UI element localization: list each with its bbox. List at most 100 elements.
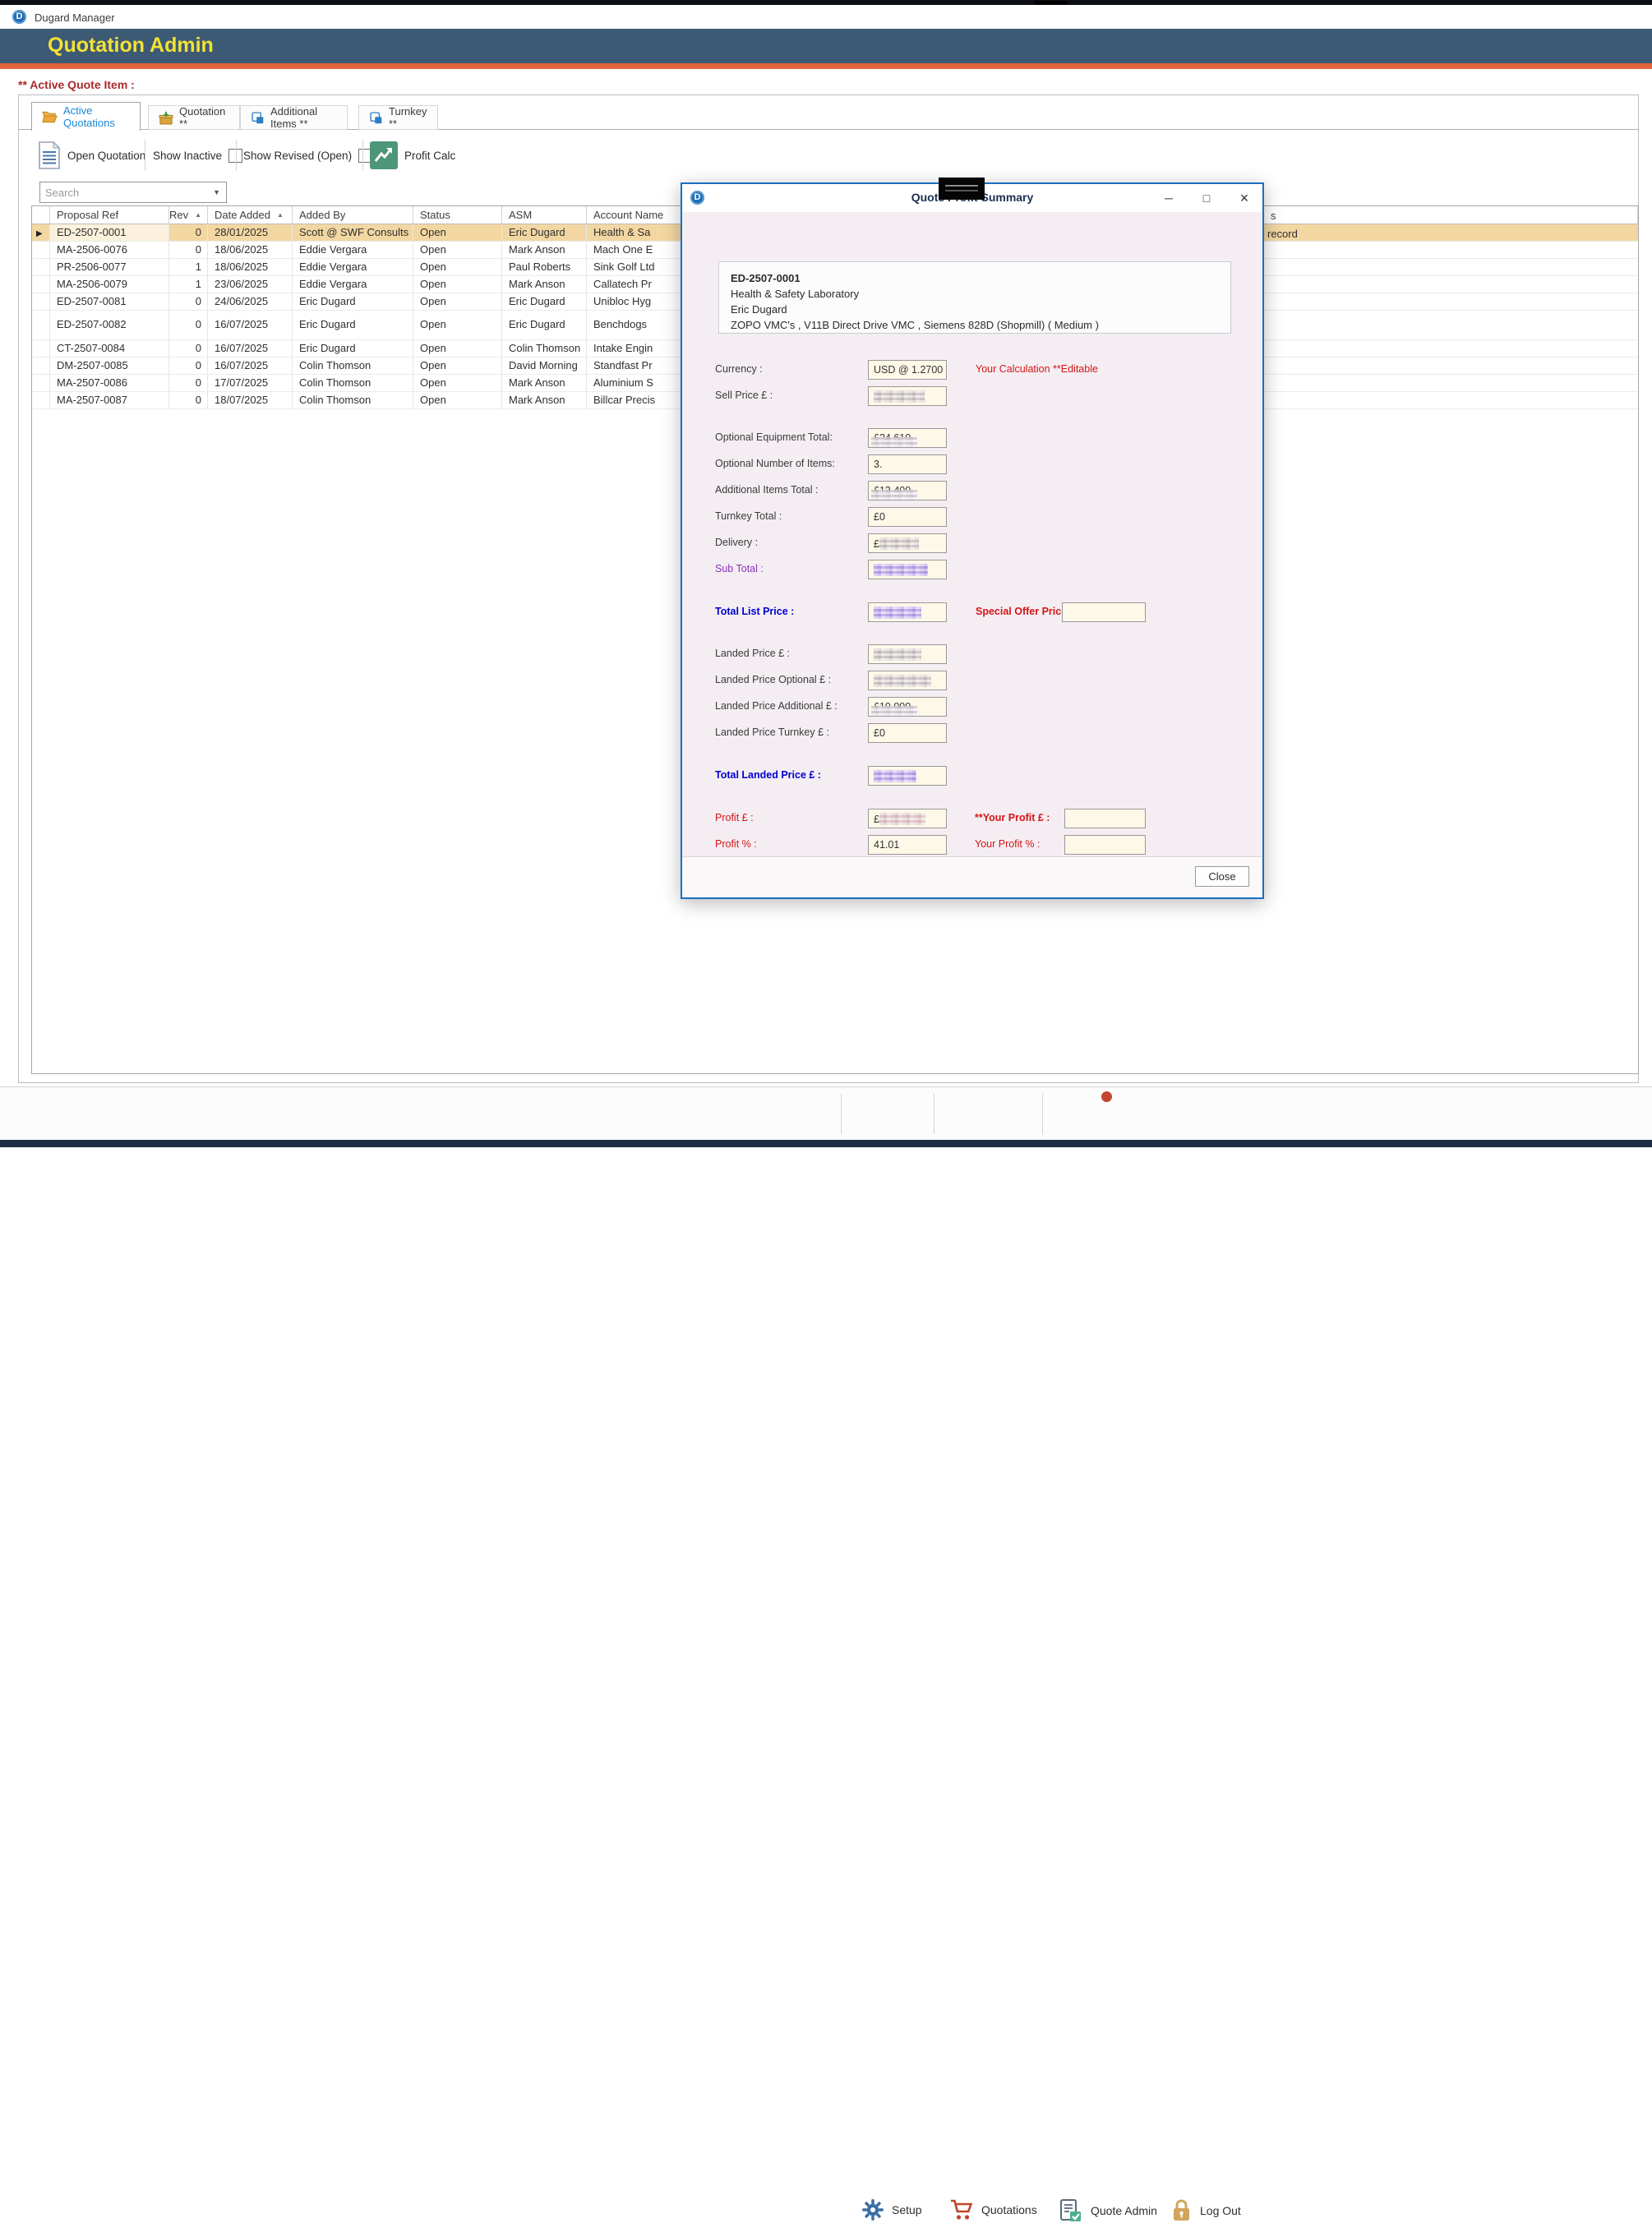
- your-calculation-note: Your Calculation **Editable: [976, 363, 1098, 375]
- your-profit-label: **Your Profit £ :: [975, 812, 1050, 823]
- clipboard-check-icon: [1059, 2198, 1083, 2223]
- sub-total-input[interactable]: [868, 560, 947, 579]
- search-input[interactable]: [45, 185, 201, 200]
- cell-status: Open: [413, 311, 502, 340]
- open-quotation-label: Open Quotation: [67, 150, 145, 162]
- optional-equipment-input[interactable]: £24,610: [868, 428, 947, 448]
- profit-calc-button[interactable]: Profit Calc: [370, 141, 455, 169]
- profit-calc-label: Profit Calc: [404, 150, 455, 162]
- landed-price-input[interactable]: [868, 644, 947, 664]
- total-list-price-input[interactable]: [868, 602, 947, 622]
- current-row-icon: ▶: [36, 229, 43, 238]
- col-added-by[interactable]: Added By: [293, 206, 413, 224]
- open-quotation-button[interactable]: Open Quotation: [38, 141, 145, 169]
- redaction-smudge: [871, 706, 917, 716]
- field-label: Profit % :: [715, 838, 757, 850]
- cell-date-added: 28/01/2025: [208, 224, 293, 242]
- quote-account: Health & Safety Laboratory: [731, 286, 1219, 302]
- quote-ref: ED-2507-0001: [731, 270, 1219, 286]
- tab-additional-items[interactable]: Additional Items **: [240, 105, 348, 130]
- col-proposal-ref[interactable]: Proposal Ref: [50, 206, 169, 224]
- bottom-toolbar: Setup Quotations Quote Admin Log Out: [0, 1086, 1652, 1140]
- dialog-footer: Close: [682, 856, 1262, 897]
- app-logo-icon: D: [12, 10, 26, 24]
- cell-rev: 0: [169, 340, 208, 357]
- tab-active-quotations[interactable]: Active Quotations: [31, 102, 141, 131]
- show-inactive-toggle[interactable]: Show Inactive: [153, 149, 242, 163]
- cell-status: Open: [413, 357, 502, 375]
- field-label: Total List Price :: [715, 606, 794, 617]
- your-profit-percent-input[interactable]: [1064, 835, 1146, 855]
- tab-quotation[interactable]: Quotation **: [148, 105, 240, 130]
- cell-rev: 0: [169, 293, 208, 311]
- window-titlebar: D Dugard Manager: [0, 5, 1652, 29]
- show-revised-toggle[interactable]: Show Revised (Open): [243, 149, 372, 163]
- close-button[interactable]: Close: [1195, 866, 1249, 887]
- cell-proposal-ref: MA-2506-0079: [50, 276, 169, 293]
- field-label: Landed Price Additional £ :: [715, 700, 838, 712]
- turnkey-total-input[interactable]: £0: [868, 507, 947, 527]
- quote-admin-button[interactable]: Quote Admin: [1059, 2198, 1157, 2223]
- row-selector: [32, 340, 50, 357]
- quotations-button[interactable]: Quotations: [949, 2198, 1037, 2221]
- tab-turnkey[interactable]: Turnkey **: [358, 105, 438, 130]
- col-asm[interactable]: ASM: [502, 206, 587, 224]
- col-rev[interactable]: Rev▲: [169, 206, 208, 224]
- cell-rev: 0: [169, 224, 208, 242]
- sort-asc-icon: ▲: [277, 211, 284, 219]
- cell-proposal-ref: MA-2507-0087: [50, 392, 169, 409]
- clipped-header-fragment: s: [1271, 210, 1276, 222]
- delivery-input[interactable]: £: [868, 533, 947, 553]
- cell-date-added: 23/06/2025: [208, 276, 293, 293]
- quote-admin-label: Quote Admin: [1091, 2204, 1157, 2217]
- col-date-added[interactable]: Date Added▲: [208, 206, 293, 224]
- sell-price-input[interactable]: [868, 386, 947, 406]
- log-out-button[interactable]: Log Out: [1170, 2198, 1241, 2222]
- page-header: Quotation Admin: [0, 29, 1652, 63]
- total-landed-price-input[interactable]: [868, 766, 947, 786]
- redacted-value: [874, 390, 925, 403]
- dropdown-arrow-icon[interactable]: ▼: [213, 188, 220, 196]
- redacted-value: [874, 564, 928, 576]
- row-selector: [32, 242, 50, 259]
- special-offer-input[interactable]: [1062, 602, 1146, 622]
- additional-items-input[interactable]: £13,400: [868, 481, 947, 500]
- minimize-button[interactable]: ─: [1157, 189, 1180, 207]
- cell-rev: 1: [169, 259, 208, 276]
- show-revised-label: Show Revised (Open): [243, 150, 352, 162]
- row-selector: [32, 259, 50, 276]
- dialog-body: ED-2507-0001 Health & Safety Laboratory …: [682, 212, 1262, 856]
- landed-price-additional-input[interactable]: £10,000: [868, 697, 947, 717]
- field-label: Optional Equipment Total:: [715, 431, 833, 443]
- active-quote-label: ** Active Quote Item :: [18, 78, 135, 91]
- profit-input[interactable]: £: [868, 809, 947, 828]
- cell-rev: 0: [169, 311, 208, 340]
- cell-added-by: Colin Thomson: [293, 392, 413, 409]
- cell-rev: 1: [169, 276, 208, 293]
- cell-asm: Mark Anson: [502, 242, 587, 259]
- setup-button[interactable]: Setup: [861, 2198, 922, 2221]
- profit-percent-input[interactable]: 41.01: [868, 835, 947, 855]
- landed-price-turnkey-input[interactable]: £0: [868, 723, 947, 743]
- close-window-button[interactable]: ×: [1233, 189, 1256, 207]
- setup-label: Setup: [892, 2203, 922, 2216]
- cell-proposal-ref: MA-2507-0086: [50, 375, 169, 392]
- col-status[interactable]: Status: [413, 206, 502, 224]
- tab-label: Active Quotations: [63, 104, 130, 129]
- field-label: Total Landed Price £ :: [715, 769, 821, 781]
- cell-asm: David Morning: [502, 357, 587, 375]
- cell-asm: Paul Roberts: [502, 259, 587, 276]
- redacted-value: [874, 606, 921, 619]
- folder-open-icon: [42, 110, 58, 123]
- currency-input[interactable]: USD @ 1.2700: [868, 360, 947, 380]
- field-label: Profit £ :: [715, 812, 754, 823]
- cell-date-added: 24/06/2025: [208, 293, 293, 311]
- search-combobox[interactable]: ▼: [39, 182, 227, 203]
- optional-items-count-input[interactable]: 3.: [868, 454, 947, 474]
- maximize-button[interactable]: □: [1195, 189, 1218, 207]
- page-title: Quotation Admin: [48, 34, 214, 58]
- footer-divider: [841, 1094, 842, 1134]
- your-profit-input[interactable]: [1064, 809, 1146, 828]
- landed-price-optional-input[interactable]: [868, 671, 947, 690]
- cell-rev: 0: [169, 392, 208, 409]
